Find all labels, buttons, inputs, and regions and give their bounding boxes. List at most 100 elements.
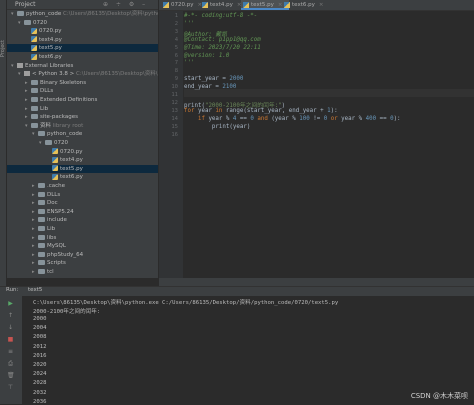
rerun-icon[interactable]: ▶ bbox=[7, 300, 14, 307]
tree-item[interactable]: ▸ Lib bbox=[7, 105, 158, 113]
line-number: 13 bbox=[171, 107, 178, 114]
library-icon bbox=[24, 71, 30, 77]
tree-item[interactable]: text4.py bbox=[7, 36, 158, 44]
project-toolbar-icons[interactable]: ⊕ ÷ ⚙ – bbox=[103, 1, 148, 8]
tree-item-label: 0720 bbox=[33, 19, 47, 26]
tree-item[interactable]: text4.py bbox=[7, 156, 158, 164]
code-editor[interactable]: #-*- coding:utf-8 -*- ''' @Author: 戴凯 @Cont… bbox=[184, 11, 474, 278]
tree-item[interactable]: ▸ Doc bbox=[7, 199, 158, 207]
folder-icon bbox=[38, 183, 45, 188]
tree-item[interactable]: ▸ Lib bbox=[7, 225, 158, 233]
folder-icon bbox=[38, 208, 45, 214]
run-panel-label: Run: bbox=[6, 287, 19, 293]
console-output-line: 2032 bbox=[33, 389, 47, 396]
tree-item[interactable]: ▸ tcl bbox=[7, 268, 158, 276]
line-number: 9 bbox=[174, 76, 178, 83]
folder-icon bbox=[38, 269, 45, 274]
line-number: 16 bbox=[171, 131, 178, 138]
folder-icon bbox=[31, 122, 38, 128]
console-output-line: 2016 bbox=[33, 352, 47, 359]
line-number: 5 bbox=[174, 44, 178, 51]
project-panel-header: Project ⊕ ÷ ⚙ – bbox=[7, 0, 158, 10]
code-line: if year % 4 == 0 and (year % 100 != 0 or… bbox=[197, 115, 401, 122]
console-header-output: 2000-2100年之间的闰年: bbox=[33, 309, 101, 315]
tree-item-label: External Libraries bbox=[25, 62, 74, 69]
editor-horizontal-scrollbar[interactable] bbox=[159, 278, 474, 286]
pin-icon[interactable]: ⊤ bbox=[7, 384, 14, 391]
python-file-icon bbox=[52, 165, 58, 172]
tree-item[interactable]: ▾ External Libraries bbox=[7, 62, 158, 70]
python-file-icon bbox=[284, 2, 290, 8]
tree-item-label: include bbox=[47, 217, 67, 224]
console-output-line: 2012 bbox=[33, 343, 47, 350]
tree-item[interactable]: ▾ 资料 library root bbox=[7, 122, 158, 130]
line-number: 7 bbox=[174, 60, 178, 67]
tree-item-label: text5.py bbox=[60, 165, 83, 172]
tree-item-label: 资料 bbox=[40, 122, 52, 129]
tree-item[interactable]: ▸ DLLs bbox=[7, 191, 158, 199]
tree-item-label: ENSP5.24 bbox=[47, 208, 74, 215]
tree-item[interactable]: ▸ Extended Definitions bbox=[7, 96, 158, 104]
tree-item[interactable]: 0720.py bbox=[7, 27, 158, 35]
tree-item[interactable]: ▸ site-packages bbox=[7, 113, 158, 121]
code-line: end_year = 2100 bbox=[184, 84, 237, 91]
tree-item[interactable]: ▸ libs bbox=[7, 234, 158, 242]
tree-item[interactable]: ▸ DLLs bbox=[7, 87, 158, 95]
tree-item-label: phpStudy_64 bbox=[47, 251, 84, 258]
code-line: ''' bbox=[184, 60, 195, 67]
scroll-up-icon[interactable]: ↑ bbox=[7, 312, 14, 319]
tree-item[interactable]: ▾ python_code C:\Users\86135\Desktop\资料\p… bbox=[7, 10, 158, 18]
print-icon[interactable]: ⎙ bbox=[7, 360, 14, 367]
folder-icon bbox=[31, 97, 38, 102]
soft-wrap-icon[interactable]: ≡ bbox=[7, 348, 14, 355]
python-file-icon bbox=[52, 156, 58, 163]
console-output-line: 2020 bbox=[33, 362, 47, 368]
tree-item[interactable]: ▸ Scripts bbox=[7, 259, 158, 267]
tree-item[interactable]: text5.py bbox=[7, 44, 158, 53]
tree-item[interactable]: ▾ python_code bbox=[7, 130, 158, 138]
console-output-line: 2000 bbox=[33, 316, 47, 322]
tree-item[interactable]: text6.py bbox=[7, 53, 158, 61]
project-tool-tab[interactable]: Project bbox=[0, 40, 6, 57]
line-number: 10 bbox=[171, 84, 178, 91]
run-config-tab[interactable]: text5 bbox=[28, 287, 42, 293]
stop-icon[interactable]: ■ bbox=[7, 336, 14, 343]
python-file-icon bbox=[31, 44, 37, 51]
project-dropdown[interactable]: Project bbox=[15, 1, 36, 8]
tree-item[interactable]: ▸ .cache bbox=[7, 182, 158, 190]
tree-item[interactable]: ▸ Binary Skeletons bbox=[7, 79, 158, 87]
folder-icon bbox=[31, 79, 38, 85]
trash-icon[interactable]: 🗑 bbox=[7, 372, 15, 379]
scroll-down-icon[interactable]: ↓ bbox=[7, 324, 14, 331]
editor-tab[interactable]: text6.py × bbox=[282, 0, 330, 10]
console-output-line: 2028 bbox=[33, 380, 47, 387]
tree-item-label: text6.py bbox=[39, 54, 62, 60]
run-console[interactable]: C:\Users\86135\Desktop\资料\python.exe C:/… bbox=[23, 296, 474, 405]
tree-item[interactable]: ▸ MySQL bbox=[7, 242, 158, 250]
tree-item-label: MySQL bbox=[47, 243, 66, 250]
tree-item[interactable]: ▸ ENSP5.24 bbox=[7, 208, 158, 216]
python-file-icon bbox=[163, 2, 169, 8]
tree-item[interactable]: ▸ include bbox=[7, 216, 158, 224]
tree-item[interactable]: ▾ < Python 3.8 > C:\Users\86135\Desktop\资… bbox=[7, 70, 158, 78]
code-line: @version: 1.0 bbox=[184, 52, 230, 59]
console-output-line: 2024 bbox=[33, 371, 47, 378]
tree-item[interactable]: ▸ phpStudy_64 bbox=[7, 251, 158, 259]
tree-item[interactable]: ▾ 0720 bbox=[7, 19, 158, 27]
tree-item[interactable]: text6.py bbox=[7, 173, 158, 181]
tree-item-label: Binary Skeletons bbox=[40, 79, 87, 86]
tree-item[interactable]: text5.py bbox=[7, 164, 158, 173]
folder-icon bbox=[38, 131, 45, 137]
tree-item[interactable]: ▾ 0720 bbox=[7, 139, 158, 147]
tree-item-label: Scripts bbox=[47, 260, 66, 267]
project-panel: Project ⊕ ÷ ⚙ – ▾ python_code C:\Users\86… bbox=[7, 0, 158, 278]
folder-icon bbox=[17, 11, 24, 16]
close-icon[interactable]: × bbox=[319, 2, 324, 8]
line-number: 2 bbox=[174, 20, 178, 27]
folder-icon bbox=[31, 105, 38, 111]
tree-item-label: < Python 3.8 > bbox=[32, 71, 75, 78]
tree-item[interactable]: 0720.py bbox=[7, 148, 158, 156]
folder-icon bbox=[38, 217, 45, 223]
editor-tab-label: text5.py bbox=[251, 2, 274, 8]
tree-item-label: text6.py bbox=[60, 174, 83, 181]
